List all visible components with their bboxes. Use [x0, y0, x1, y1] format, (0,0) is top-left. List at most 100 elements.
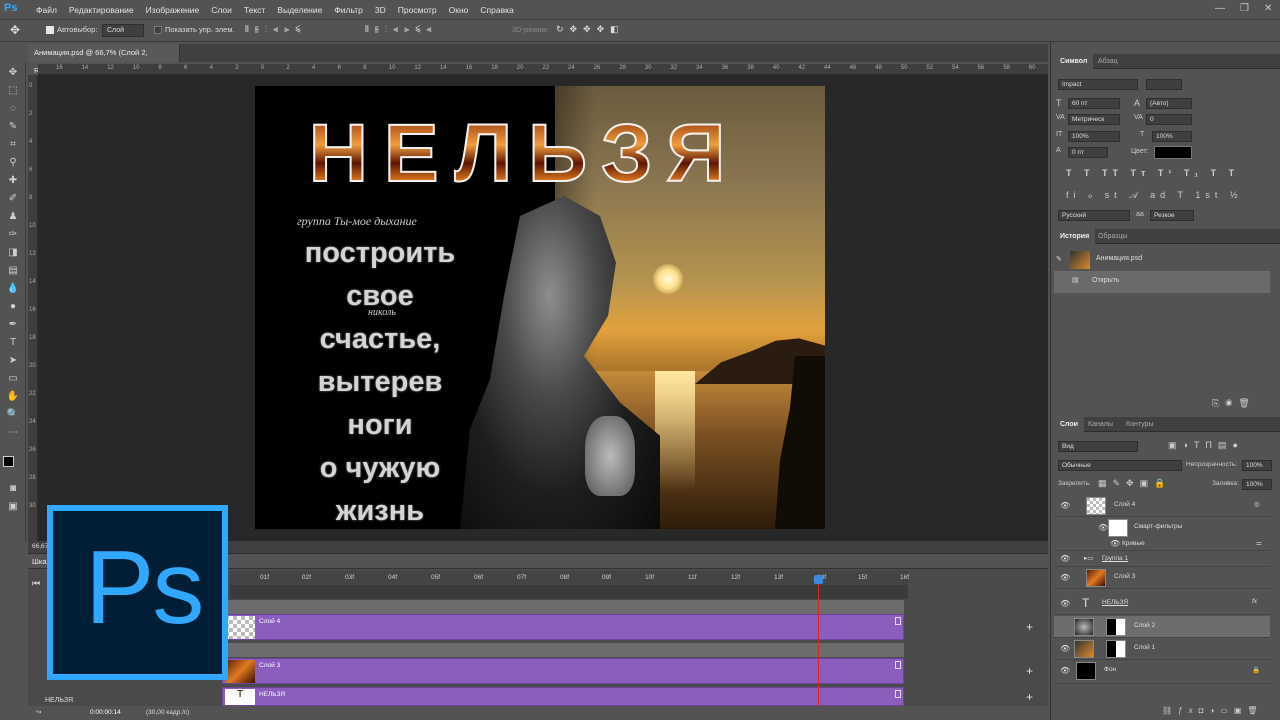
font-family-select[interactable]: Impact — [1058, 79, 1138, 90]
close-icon[interactable]: ✕ — [1264, 3, 1272, 14]
timeline-layer-name[interactable]: НЕЛЬЗЯ — [45, 697, 237, 704]
history-action-icons[interactable]: ⎘◉🗑 — [1212, 398, 1256, 409]
menu-select[interactable]: Выделение — [271, 0, 328, 20]
lock-icons[interactable]: ▦✎✥▣🔒 — [1098, 478, 1171, 489]
pen-tool-icon[interactable]: ✒ — [5, 318, 21, 332]
menu-file[interactable]: Файл — [30, 0, 63, 20]
autoselect-dropdown[interactable]: Слой — [102, 24, 144, 37]
menu-window[interactable]: Окно — [443, 0, 475, 20]
zoom-tool-icon[interactable]: 🔍 — [5, 408, 21, 422]
align-icons[interactable]: ⫴⫵⫶⫷⫸⫹ — [245, 24, 306, 35]
tab-swatches[interactable]: Образцы — [1092, 229, 1133, 244]
move-tool-icon[interactable]: ✥ — [10, 23, 20, 37]
font-size-field[interactable]: 60 пт — [1068, 98, 1120, 109]
render-icon[interactable]: ↪ — [36, 706, 41, 720]
quick-mask-icon[interactable]: ◙ — [5, 482, 21, 496]
layer-row-curves[interactable]: 👁 Кривые ⚌ — [1054, 537, 1270, 551]
minimize-icon[interactable]: — — [1215, 3, 1225, 14]
timeline-ruler[interactable]: 01f 02f 03f 04f 05f 06f 07f 08f 09f 10f … — [230, 571, 909, 585]
add-media-icon[interactable]: + — [1026, 690, 1033, 704]
type-style-buttons[interactable]: T T TT Tт T¹ T₁ T T — [1066, 168, 1239, 178]
tab-channels[interactable]: Каналы — [1082, 417, 1119, 432]
menu-image[interactable]: Изображение — [140, 0, 206, 20]
layer-row-layer4[interactable]: 👁 Слой 4 ◎ — [1054, 495, 1270, 517]
baseline-shift-field[interactable]: 0 пт — [1068, 147, 1108, 158]
eye-icon[interactable]: 👁 — [1060, 666, 1070, 675]
menu-help[interactable]: Справка — [474, 0, 519, 20]
eraser-tool-icon[interactable]: ◨ — [5, 246, 21, 260]
3d-tool-icons[interactable]: ↻✥✥✥◧ — [556, 24, 625, 35]
more-tools-icon[interactable]: ⋯ — [5, 426, 21, 440]
tab-layers[interactable]: Слои — [1054, 417, 1084, 432]
menu-type[interactable]: Текст — [238, 0, 271, 20]
playhead-handle[interactable] — [814, 575, 823, 584]
eye-icon[interactable]: 👁 — [1098, 523, 1108, 532]
document-tab[interactable]: Анимация.psd @ 66,7% (Слой 2, RGB/8) × — [28, 44, 180, 75]
add-media-icon[interactable]: + — [1026, 620, 1033, 634]
gradient-tool-icon[interactable]: ▤ — [5, 264, 21, 278]
timeline-track-layer4[interactable]: Слой 4 — [222, 614, 904, 640]
opacity-field[interactable]: 100% — [1242, 460, 1272, 471]
stamp-tool-icon[interactable]: ♟ — [5, 210, 21, 224]
layer-action-icons[interactable]: ⛓ƒx◘◑▭▣🗑 — [1162, 706, 1264, 715]
tracking-field[interactable]: 0 — [1146, 114, 1192, 125]
healing-tool-icon[interactable]: ✚ — [5, 174, 21, 188]
eye-icon[interactable]: 👁 — [1060, 573, 1070, 582]
layer-row-group1[interactable]: 👁 ▸▭ Группа 1 — [1054, 551, 1270, 567]
blend-mode-select[interactable]: Обычные — [1058, 460, 1182, 471]
opentype-buttons[interactable]: fi ℴ st 𝒜 ad T 1st ½ — [1066, 190, 1242, 201]
crop-tool-icon[interactable]: ⌗ — [5, 138, 21, 152]
marquee-tool-icon[interactable]: ⬚ — [5, 84, 21, 98]
type-tool-icon[interactable]: T — [5, 336, 21, 350]
vertical-scale-field[interactable]: 100% — [1068, 131, 1120, 142]
layer-row-layer1[interactable]: 👁 Слой 1 — [1054, 638, 1270, 660]
layer-row-background[interactable]: 👁 Фон 🔒 — [1054, 660, 1270, 684]
menu-3d[interactable]: 3D — [369, 0, 392, 20]
antialias-select[interactable]: Резкое — [1150, 210, 1194, 221]
eye-icon[interactable]: 👁 — [1060, 554, 1070, 563]
language-select[interactable]: Русский — [1058, 210, 1130, 221]
layer-effects-icon[interactable]: fx — [1252, 598, 1257, 605]
timeline-track-text[interactable]: T НЕЛЬЗЯ — [222, 687, 904, 706]
go-to-first-frame-icon[interactable]: ⏮ — [32, 578, 40, 589]
eye-icon[interactable]: 👁 — [1060, 501, 1070, 510]
text-color-swatch[interactable] — [1154, 146, 1192, 159]
tab-history[interactable]: История — [1054, 229, 1096, 244]
font-style-select[interactable] — [1146, 79, 1182, 90]
layer-filter-select[interactable]: Вид — [1058, 441, 1138, 452]
tab-paths[interactable]: Контуры — [1120, 417, 1159, 432]
brush-tool-icon[interactable]: ✐ — [5, 192, 21, 206]
fill-field[interactable]: 100% — [1242, 479, 1272, 490]
track-end-handle[interactable] — [895, 690, 901, 698]
timeline-track-layer3[interactable]: Слой 3 — [222, 658, 904, 684]
history-snapshot[interactable]: ✎ Анимация.psd — [1054, 249, 1270, 271]
track-end-handle[interactable] — [895, 661, 901, 669]
layer-row-text[interactable]: 👁 T НЕЛЬЗЯ fx — [1054, 593, 1270, 615]
quick-select-tool-icon[interactable]: ✎ — [5, 120, 21, 134]
eye-icon[interactable]: 👁 — [1060, 644, 1070, 653]
zoom-readout[interactable]: 66,67 — [32, 543, 48, 550]
document-artwork[interactable]: НЕЛЬЗЯ группа Ты-мое дыхание построить с… — [255, 86, 825, 529]
eyedropper-tool-icon[interactable]: ⚲ — [5, 156, 21, 170]
eye-icon[interactable]: 👁 — [1110, 539, 1120, 548]
track-end-handle[interactable] — [895, 617, 901, 625]
screen-mode-icon[interactable]: ▣ — [5, 500, 21, 514]
foreground-color-swatch[interactable] — [3, 456, 14, 467]
filter-options-icon[interactable]: ⚌ — [1256, 539, 1262, 547]
add-media-icon[interactable]: + — [1026, 664, 1033, 678]
layer-row-layer3[interactable]: 👁 Слой 3 — [1054, 567, 1270, 589]
layer-filter-icons[interactable]: ▣◑TΠ▤● — [1168, 440, 1244, 451]
horizontal-scale-field[interactable]: 100% — [1152, 131, 1192, 142]
move-tool-icon[interactable]: ✥ — [5, 66, 21, 80]
tab-character[interactable]: Символ — [1054, 54, 1094, 69]
leading-field[interactable]: (Авто) — [1146, 98, 1192, 109]
kerning-field[interactable]: Метрическ — [1068, 114, 1120, 125]
layer-row-layer2[interactable]: Слой 2 — [1054, 616, 1270, 638]
menu-filter[interactable]: Фильтр — [328, 0, 369, 20]
show-transform-checkbox[interactable]: Показать упр. элем. — [154, 25, 235, 35]
autoselect-checkbox[interactable]: Автовыбор: — [46, 25, 97, 35]
work-area-bar[interactable] — [230, 585, 908, 599]
history-state[interactable]: ▤ Открыть — [1054, 271, 1270, 293]
history-brush-icon[interactable]: ✑ — [5, 228, 21, 242]
dodge-tool-icon[interactable]: ● — [5, 300, 21, 314]
